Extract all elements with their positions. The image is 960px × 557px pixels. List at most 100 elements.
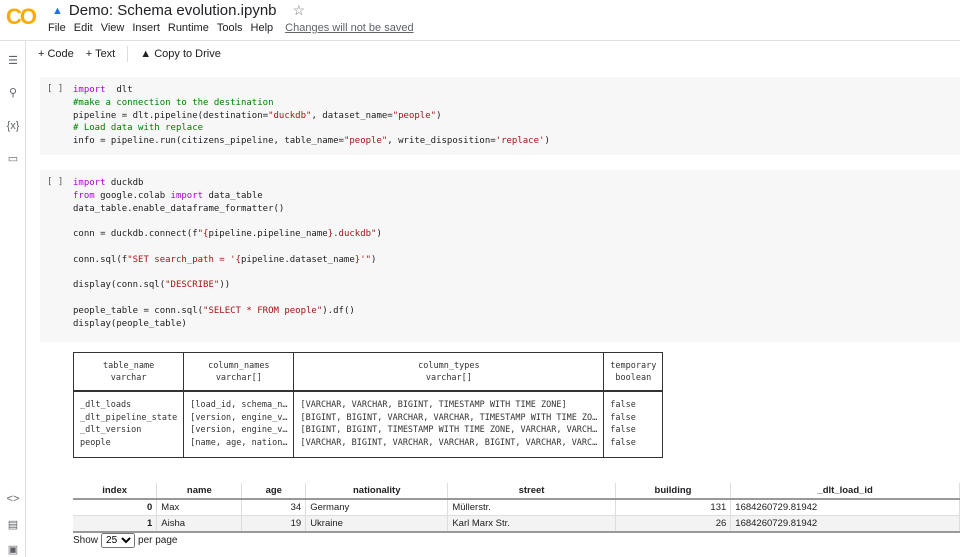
code-snippets-icon[interactable]: <> [6, 493, 20, 505]
code-token: "people" [343, 136, 388, 147]
column-name: temporary [610, 361, 657, 371]
files-icon[interactable]: ▭ [6, 152, 20, 165]
code-line: # Load data with replace [73, 122, 550, 135]
table-cell: [version, engine_v… [183, 424, 295, 437]
table-cell: false [603, 411, 664, 424]
table-cell: [VARCHAR, BIGINT, VARCHAR, VARCHAR, BIGI… [293, 436, 605, 458]
page-size-select[interactable]: 25 [101, 533, 136, 548]
table-cell: 1684260729.81942 [730, 515, 960, 533]
table-cell: [name, age, nation… [183, 436, 295, 458]
code-cell-2[interactable]: [ ] import duckdb from google.colab impor… [40, 170, 960, 342]
table-row: _dlt_version [version, engine_v… [BIGINT, … [73, 424, 664, 437]
code-token: "SELECT * FROM people" [203, 305, 323, 316]
column-header[interactable]: building [615, 483, 732, 500]
code-token: ).df() [322, 305, 355, 316]
code-token: people_table = conn.sql( [73, 305, 204, 316]
colab-logo[interactable]: CO [6, 4, 37, 30]
column-header[interactable]: _dlt_load_id [730, 483, 960, 500]
code-line: pipeline = dlt.pipeline(destination="duc… [73, 110, 550, 123]
column-name: column_types [418, 361, 480, 371]
code-token: duckdb [105, 178, 144, 188]
menu-insert[interactable]: Insert [132, 22, 160, 34]
code-line: data_table.enable_dataframe_formatter() [73, 203, 382, 216]
code-token: }.duckdb" [327, 229, 377, 240]
code-token: display(conn.sql( [73, 280, 166, 291]
code-token: ) [436, 110, 442, 121]
table-cell: [load_id, schema_n… [183, 391, 295, 412]
variables-icon[interactable]: {x} [6, 120, 20, 132]
drive-icon: ▲ [140, 48, 155, 60]
menu-edit[interactable]: Edit [74, 22, 93, 34]
copy-to-drive-label: Copy to Drive [154, 48, 221, 60]
table-row: 1 Aisha 19 Ukraine Karl Marx Str. 26 168426072… [73, 515, 960, 533]
code-token: info = pipeline.run(citizens_pipeline, t… [73, 136, 344, 147]
run-cell-button[interactable]: [ ] [47, 177, 63, 187]
table-cell: 0 [73, 499, 158, 516]
code-token: , dataset_name= [311, 110, 393, 121]
code-token: conn.sql(f [73, 254, 128, 265]
column-header[interactable]: index [73, 483, 158, 500]
column-header[interactable]: street [447, 483, 616, 500]
table-cell: 131 [615, 499, 732, 516]
menu-help[interactable]: Help [251, 22, 274, 34]
left-sidebar: ☰ ⚲ {x} ▭ <> ▤ ▣ [0, 40, 26, 557]
code-token: "people" [392, 110, 437, 121]
star-icon[interactable]: ☆ [293, 2, 306, 19]
table-cell: 19 [241, 515, 307, 533]
code-line: conn.sql(f"SET search_path = '{pipeline.… [73, 254, 382, 267]
menu-tools[interactable]: Tools [217, 22, 243, 34]
code-cell-1[interactable]: [ ] import dlt #make a connection to the … [40, 77, 960, 155]
code-token: "{ [197, 229, 209, 240]
notebook-title[interactable]: Demo: Schema evolution.ipynb [69, 2, 277, 19]
code-token: import [73, 178, 106, 188]
table-row: 0 Max 34 Germany Müllerstr. 131 1684260729.819… [73, 499, 960, 516]
code-line: info = pipeline.run(citizens_pipeline, t… [73, 135, 550, 148]
table-cell: _dlt_version [73, 424, 185, 437]
changes-not-saved-link[interactable]: Changes will not be saved [285, 22, 413, 34]
pagination: Show 25 per page [73, 533, 178, 548]
code-token: import [170, 190, 204, 201]
table-cell: _dlt_loads [73, 391, 185, 412]
table-cell: [VARCHAR, VARCHAR, BIGINT, TIMESTAMP WIT… [293, 391, 605, 412]
column-header: column_types varchar[] [293, 352, 605, 392]
table-row: people [name, age, nation… [VARCHAR, BIGIN… [73, 436, 664, 458]
code-token: display(people_table) [73, 318, 187, 329]
add-text-button[interactable]: + Text [86, 48, 115, 60]
column-type: varchar[] [425, 373, 472, 383]
code-line: import duckdb [73, 177, 382, 190]
code-editor[interactable]: import dlt #make a connection to the dest… [73, 84, 550, 148]
column-header[interactable]: name [156, 483, 243, 500]
table-cell: false [603, 436, 664, 458]
menu-runtime[interactable]: Runtime [168, 22, 209, 34]
add-code-button[interactable]: + Code [38, 48, 74, 60]
command-palette-icon[interactable]: ▤ [6, 518, 20, 531]
code-line: people_table = conn.sql("SELECT * FROM p… [73, 305, 382, 318]
code-editor[interactable]: import duckdb from google.colab import da… [73, 177, 382, 331]
search-icon[interactable]: ⚲ [6, 86, 20, 99]
terminal-icon[interactable]: ▣ [6, 543, 20, 556]
code-line: conn = duckdb.connect(f"{pipeline.pipeli… [73, 228, 382, 241]
describe-output-table: table_name varchar column_names varchar[] co… [73, 352, 664, 458]
column-name: column_names [208, 361, 270, 371]
header-row: index name age nationality street building _dl… [73, 483, 960, 500]
code-token: conn = duckdb.connect(f [73, 229, 198, 240]
run-cell-button[interactable]: [ ] [47, 84, 63, 94]
code-token: 'replace' [495, 136, 545, 147]
column-header[interactable]: age [241, 483, 307, 500]
menu-view[interactable]: View [101, 22, 125, 34]
table-cell: false [603, 391, 664, 412]
code-token: ) [376, 229, 382, 240]
code-token: google.colab [94, 190, 171, 201]
column-type: varchar[] [215, 373, 262, 383]
table-of-contents-icon[interactable]: ☰ [6, 54, 20, 67]
column-header[interactable]: nationality [305, 483, 449, 500]
header-row: table_name varchar column_names varchar[] co… [73, 352, 664, 392]
code-token: data_table.enable_dataframe_formatter() [73, 203, 285, 214]
column-header: temporary boolean [603, 352, 664, 392]
code-token: #make a connection to the destination [73, 97, 274, 108]
menu-file[interactable]: File [48, 22, 66, 34]
code-token: pipeline.dataset_name [240, 254, 355, 265]
copy-to-drive-button[interactable]: ▲ Copy to Drive [140, 48, 221, 60]
table-cell: 1 [73, 515, 158, 533]
